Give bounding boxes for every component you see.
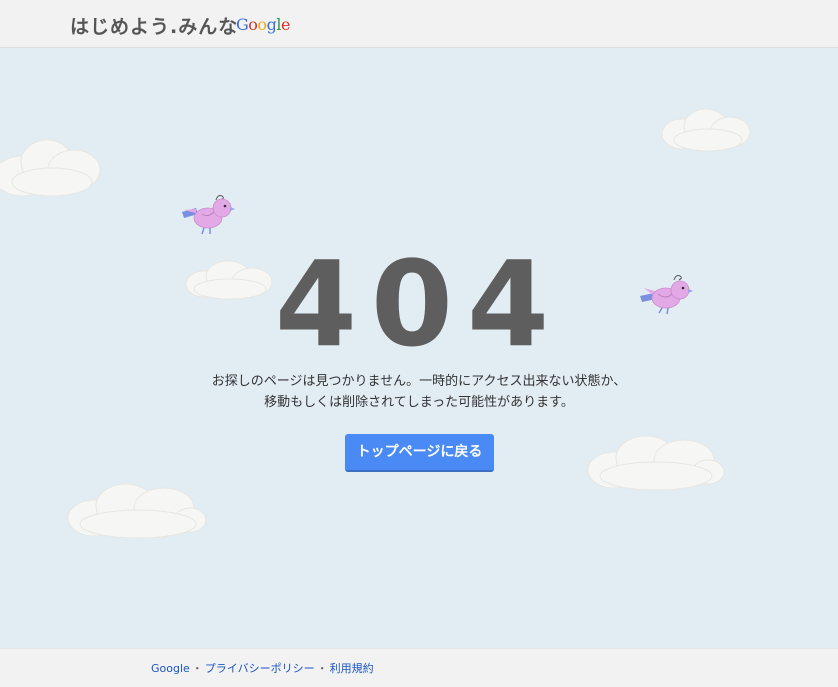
footer-separator: ・ — [316, 662, 328, 675]
footer: Google ・プライバシーポリシー・利用規約 — [0, 648, 838, 687]
main-area: 404 お探しのページは見つかりません。一時的にアクセス出来ない状態か、 移動も… — [0, 48, 838, 648]
footer-separator: ・ — [191, 662, 203, 675]
footer-link-terms[interactable]: 利用規約 — [330, 662, 374, 675]
bird-icon — [182, 195, 235, 235]
logo-letter: e — [280, 15, 290, 34]
logo-letter: g — [266, 15, 277, 34]
back-to-top-button[interactable]: トップページに戻る — [345, 434, 494, 472]
site-title[interactable]: はじめよう.みんな — [70, 12, 238, 39]
cloud-icon — [587, 435, 725, 491]
cloud-icon — [67, 483, 207, 539]
footer-links: Google ・プライバシーポリシー・利用規約 — [151, 660, 374, 676]
error-message-line: お探しのページは見つかりません。一時的にアクセス出来ない状態か、 — [211, 374, 627, 389]
footer-link-privacy[interactable]: プライバシーポリシー — [205, 662, 315, 675]
cloud-icon — [0, 139, 101, 197]
logo-letter: G — [236, 15, 249, 34]
logo-letter: o — [248, 15, 258, 34]
error-message: お探しのページは見つかりません。一時的にアクセス出来ない状態か、 移動もしくは削… — [0, 371, 838, 413]
error-message-line: 移動もしくは削除されてしまった可能性があります。 — [264, 395, 574, 410]
header-bar: はじめよう.みんな Google — [0, 0, 838, 48]
logo-letter: o — [257, 15, 267, 34]
error-code-404: 404 — [274, 235, 564, 373]
footer-link-google[interactable]: Google — [151, 662, 190, 675]
google-logo[interactable]: Google — [236, 15, 290, 34]
cloud-icon — [661, 108, 751, 152]
